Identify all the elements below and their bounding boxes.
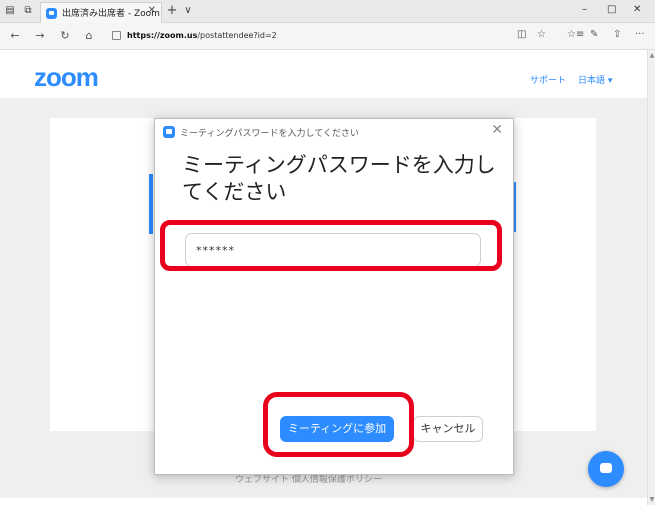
refresh-button[interactable]: ↻ [58,29,72,42]
favorite-star-icon[interactable]: ☆ [537,29,546,40]
url-field[interactable]: https://zoom.us/postattendee?id=2 [112,27,512,44]
new-tab-button[interactable]: + [166,4,178,17]
chat-support-button[interactable] [588,451,624,487]
dialog-heading: ミーティングパスワードを入力してください [182,153,496,204]
cancel-button[interactable]: キャンセル [413,416,483,442]
lock-icon [112,31,121,40]
support-link[interactable]: サポート [530,73,566,86]
card-accent-left [149,174,153,234]
url-host: https://zoom.us [127,31,198,40]
browser-tab-strip: ▤ ⧉ 出席済み出席者 - Zoom ✕ + ∨ – □ ✕ [0,0,655,23]
zoom-favicon-icon [46,8,57,19]
more-menu-icon[interactable]: ··· [635,29,645,40]
password-dialog: ミーティングパスワードを入力してください ✕ ミーティングパスワードを入力してく… [154,118,514,475]
window-close-button[interactable]: ✕ [633,4,641,15]
zoom-logo[interactable]: zoom [34,62,99,93]
page-scrollbar[interactable]: ▲ ▼ [647,50,655,505]
minimize-button[interactable]: – [582,4,587,15]
share-icon[interactable]: ⇪ [613,29,621,40]
language-selector[interactable]: 日本語 ▾ [578,73,612,86]
address-bar-row: ← → ↻ ⌂ https://zoom.us/postattendee?id=… [0,23,655,50]
password-input[interactable]: ****** [185,233,481,267]
pen-icon[interactable]: ✎ [590,29,598,40]
tab-menu-chevron-icon[interactable]: ∨ [182,5,194,17]
dialog-close-icon[interactable]: ✕ [491,122,503,138]
forward-button[interactable]: → [33,29,47,42]
reading-view-icon[interactable]: ◫ [517,29,526,40]
browser-tab[interactable]: 出席済み出席者 - Zoom ✕ [40,2,162,23]
tab-close-icon[interactable]: ✕ [148,5,156,16]
maximize-button[interactable]: □ [607,4,616,15]
home-button[interactable]: ⌂ [82,29,96,42]
join-meeting-button[interactable]: ミーティングに参加 [280,416,394,442]
zoom-app-icon [163,126,175,138]
set-aside-tabs-icon[interactable]: ⧉ [22,5,34,17]
chat-bubble-icon [600,463,612,473]
dialog-window-title: ミーティングパスワードを入力してください [180,129,359,139]
scroll-up-icon[interactable]: ▲ [648,52,655,59]
tab-title: 出席済み出席者 - Zoom [62,9,160,19]
favorites-list-icon[interactable]: ☆≡ [567,29,584,40]
back-button[interactable]: ← [8,29,22,42]
tab-preview-icon[interactable]: ▤ [4,5,16,17]
url-path: /postattendee?id=2 [197,31,277,40]
scroll-down-icon[interactable]: ▼ [648,496,655,503]
